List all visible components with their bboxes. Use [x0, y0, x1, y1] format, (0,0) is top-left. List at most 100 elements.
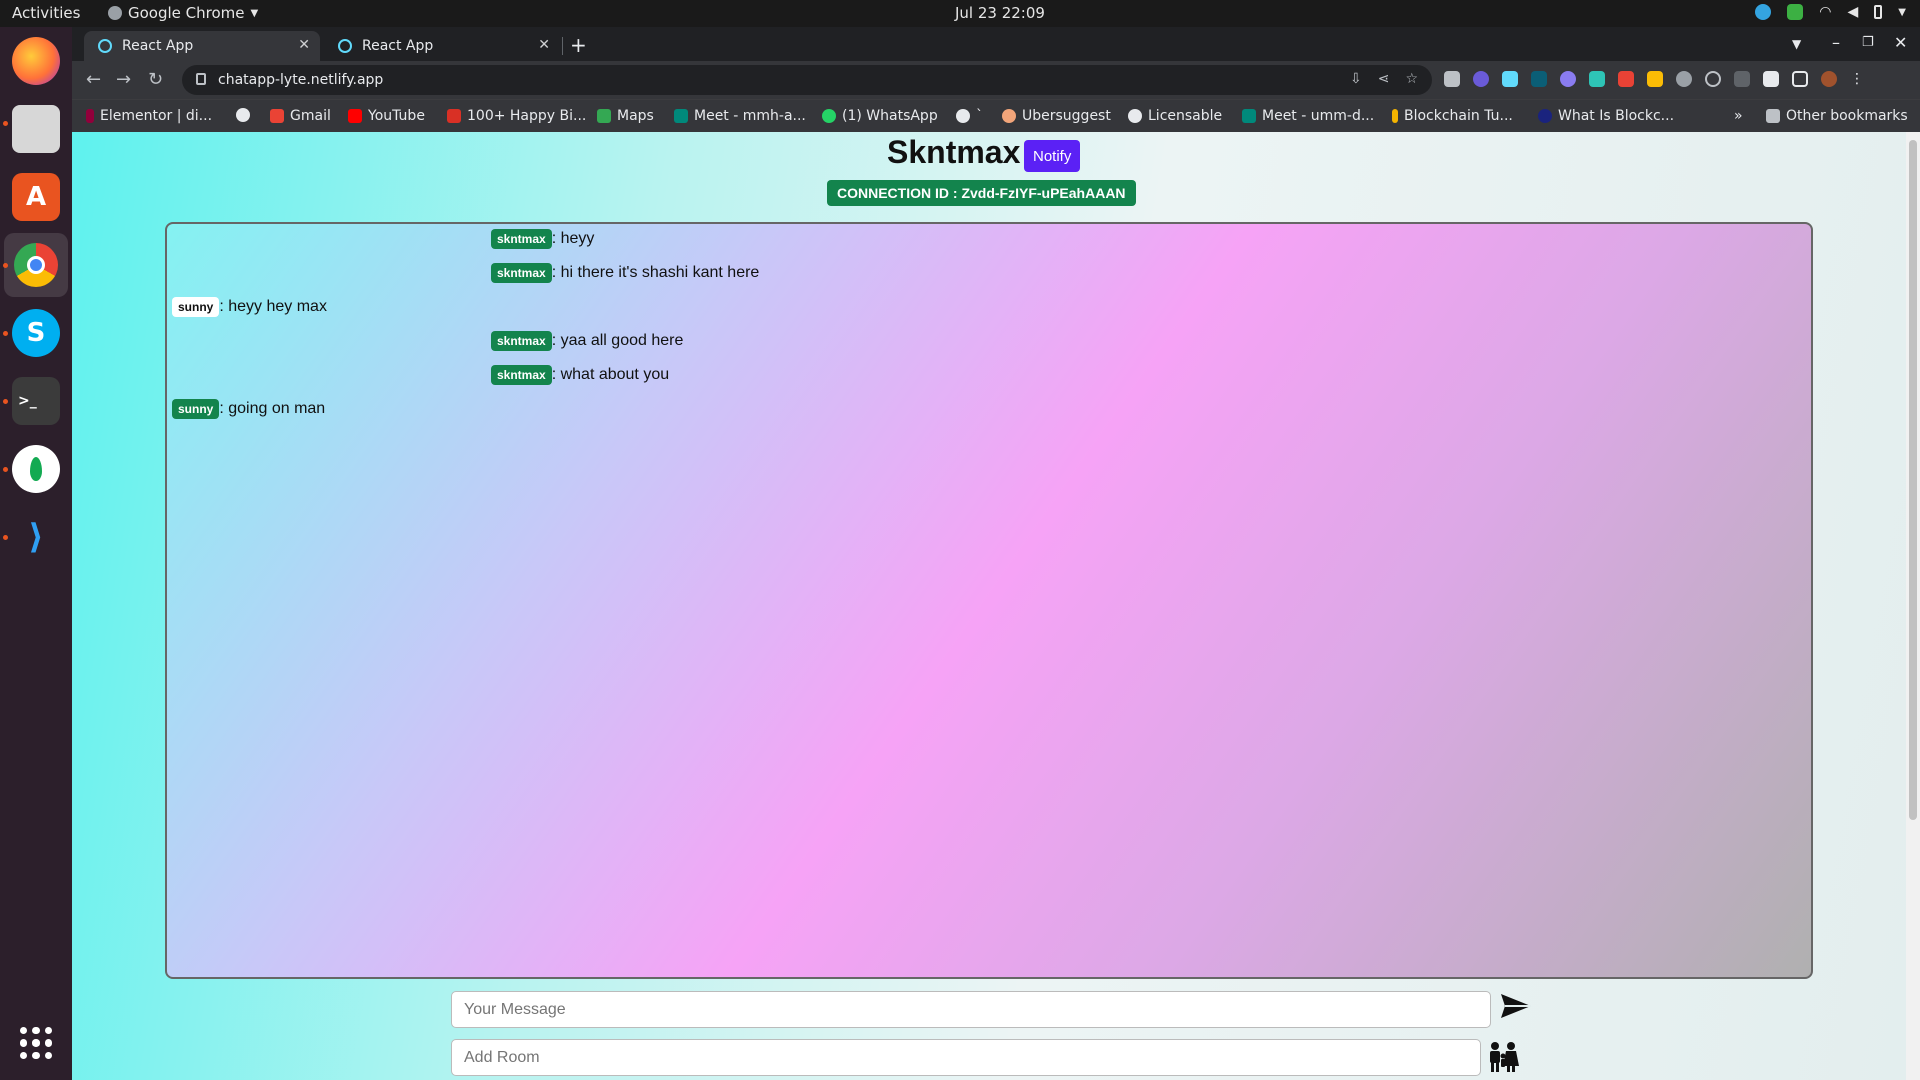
- clock[interactable]: Jul 23 22:09: [955, 4, 1045, 22]
- extension-icon[interactable]: [1647, 71, 1663, 87]
- app-menu[interactable]: Google Chrome ▼: [108, 4, 258, 22]
- power-menu-icon: ▼: [1898, 6, 1906, 18]
- message-input[interactable]: [451, 991, 1491, 1028]
- avatar[interactable]: [1821, 71, 1837, 87]
- extension-icon[interactable]: [1589, 71, 1605, 87]
- running-indicator: [3, 467, 8, 472]
- bookmark-label: Gmail: [290, 108, 331, 124]
- menu-kebab-icon[interactable]: ⋮: [1850, 71, 1864, 87]
- close-window-icon[interactable]: ✕: [1894, 33, 1907, 52]
- bookmark-blockchain-tutorial[interactable]: Blockchain Tu...: [1392, 108, 1513, 124]
- tab-react-app[interactable]: React App ✕: [324, 31, 560, 61]
- globe-icon: [956, 109, 970, 123]
- extension-icon[interactable]: [1618, 71, 1634, 87]
- meet-icon: [1242, 109, 1256, 123]
- extension-icon[interactable]: [1560, 71, 1576, 87]
- bookmark-favicon: [447, 109, 461, 123]
- skype-icon[interactable]: S: [12, 309, 60, 357]
- close-icon[interactable]: ✕: [298, 37, 310, 53]
- files-icon[interactable]: [12, 105, 60, 153]
- camera-extension-icon[interactable]: [1444, 71, 1460, 87]
- puzzle-icon[interactable]: [1763, 71, 1779, 87]
- star-icon[interactable]: ☆: [1405, 71, 1418, 87]
- extension-icon[interactable]: [1676, 71, 1692, 87]
- notify-button[interactable]: Notify: [1024, 140, 1081, 172]
- bookmark-what-is-blockchain[interactable]: What Is Blockc...: [1538, 108, 1674, 124]
- bookmark-label: Meet - mmh-a...: [694, 108, 806, 124]
- mongodb-compass-icon[interactable]: [12, 445, 60, 493]
- terminal-icon[interactable]: >_: [12, 377, 60, 425]
- page-scrollbar[interactable]: [1906, 132, 1920, 1080]
- message-item: skntmax : yaa all good here: [491, 331, 683, 351]
- message-text: : yaa all good here: [551, 332, 684, 349]
- bookmarks-overflow-button[interactable]: »: [1734, 108, 1743, 124]
- reload-icon[interactable]: ↻: [148, 69, 163, 90]
- forward-icon[interactable]: →: [116, 69, 131, 90]
- extension-icon[interactable]: [1473, 71, 1489, 87]
- ubersuggest-icon: [1002, 109, 1016, 123]
- close-icon[interactable]: ✕: [538, 37, 550, 53]
- bookmark-favicon: [1538, 109, 1552, 123]
- software-store-icon[interactable]: A: [12, 173, 60, 221]
- globe-icon: [236, 108, 250, 122]
- side-panel-icon[interactable]: [1792, 71, 1808, 87]
- browser-toolbar: ← → ↻ chatapp-lyte.netlify.app ⇩ ⋖ ☆ ⋮: [72, 61, 1920, 99]
- activities-button[interactable]: Activities: [12, 4, 80, 22]
- bookmark-ubersuggest[interactable]: Ubersuggest: [1002, 108, 1111, 124]
- other-bookmarks[interactable]: Other bookmarks: [1766, 108, 1908, 124]
- back-icon[interactable]: ←: [86, 69, 101, 90]
- bookmark-gmail[interactable]: Gmail: [270, 108, 331, 124]
- tab-react-app-active[interactable]: React App ✕: [84, 31, 320, 61]
- maps-icon: [597, 109, 611, 123]
- tab-strip: React App ✕ React App ✕ + ▼ – ❐ ✕: [72, 27, 1920, 61]
- bookmark-meet-mmh[interactable]: Meet - mmh-a...: [674, 108, 806, 124]
- bookmark-backtick[interactable]: `: [956, 108, 983, 124]
- install-icon[interactable]: ⇩: [1350, 71, 1362, 87]
- share-icon[interactable]: ⋖: [1378, 71, 1390, 87]
- bookmark-label: Meet - umm-d...: [1262, 108, 1375, 124]
- bookmark-whatsapp[interactable]: (1) WhatsApp: [822, 108, 938, 124]
- omnibox-actions: ⇩ ⋖ ☆: [1350, 71, 1418, 87]
- scrollbar-thumb[interactable]: [1909, 140, 1917, 820]
- chat-messages-panel[interactable]: skntmax : heyy skntmax : hi there it's s…: [165, 222, 1813, 979]
- bookmark-licensable[interactable]: Licensable: [1128, 108, 1222, 124]
- react-icon: [98, 39, 112, 53]
- add-room-input[interactable]: [451, 1039, 1481, 1076]
- react-icon: [338, 39, 352, 53]
- bookmark-maps[interactable]: Maps: [597, 108, 654, 124]
- bookmark-globe[interactable]: [236, 108, 250, 122]
- bookmark-label: Maps: [617, 108, 654, 124]
- bookmark-label: Other bookmarks: [1786, 108, 1908, 124]
- bookmarks-bar: Elementor | di... Gmail YouTube 100+ Hap…: [72, 99, 1920, 132]
- react-devtools-icon[interactable]: [1502, 71, 1518, 87]
- extension-icon[interactable]: [1705, 71, 1721, 87]
- message-item: sunny : going on man: [172, 399, 325, 419]
- tab-separator: [562, 37, 563, 55]
- show-apps-icon[interactable]: [20, 1027, 52, 1059]
- family-icon[interactable]: [1486, 1040, 1520, 1074]
- bookmark-label: YouTube: [368, 108, 425, 124]
- vscode-icon[interactable]: ⟩: [12, 513, 60, 561]
- caret-down-icon: ▼: [250, 7, 259, 19]
- restore-icon[interactable]: ❐: [1862, 35, 1874, 50]
- address-bar[interactable]: chatapp-lyte.netlify.app ⇩ ⋖ ☆: [182, 65, 1432, 95]
- extension-icon[interactable]: [1734, 71, 1750, 87]
- tab-label: React App: [122, 38, 194, 54]
- bookmark-happy-birthday[interactable]: 100+ Happy Bi...: [447, 108, 586, 124]
- tab-search-icon[interactable]: ▼: [1792, 37, 1801, 51]
- username-badge: sunny: [172, 399, 220, 419]
- username-badge: skntmax: [491, 229, 552, 249]
- message-item: skntmax : what about you: [491, 365, 669, 385]
- extension-icon[interactable]: [1531, 71, 1547, 87]
- new-tab-button[interactable]: +: [570, 33, 587, 57]
- bookmark-elementor[interactable]: Elementor | di...: [86, 108, 212, 124]
- chrome-icon: [108, 6, 122, 20]
- send-icon[interactable]: [1499, 992, 1533, 1020]
- minimize-icon[interactable]: –: [1832, 33, 1840, 52]
- chrome-dock-icon[interactable]: [4, 233, 68, 297]
- check-icon: [1787, 4, 1804, 20]
- system-tray[interactable]: ◠ ◀ ▼: [1755, 4, 1906, 20]
- firefox-icon[interactable]: [12, 37, 60, 85]
- bookmark-youtube[interactable]: YouTube: [348, 108, 425, 124]
- bookmark-meet-umm[interactable]: Meet - umm-d...: [1242, 108, 1374, 124]
